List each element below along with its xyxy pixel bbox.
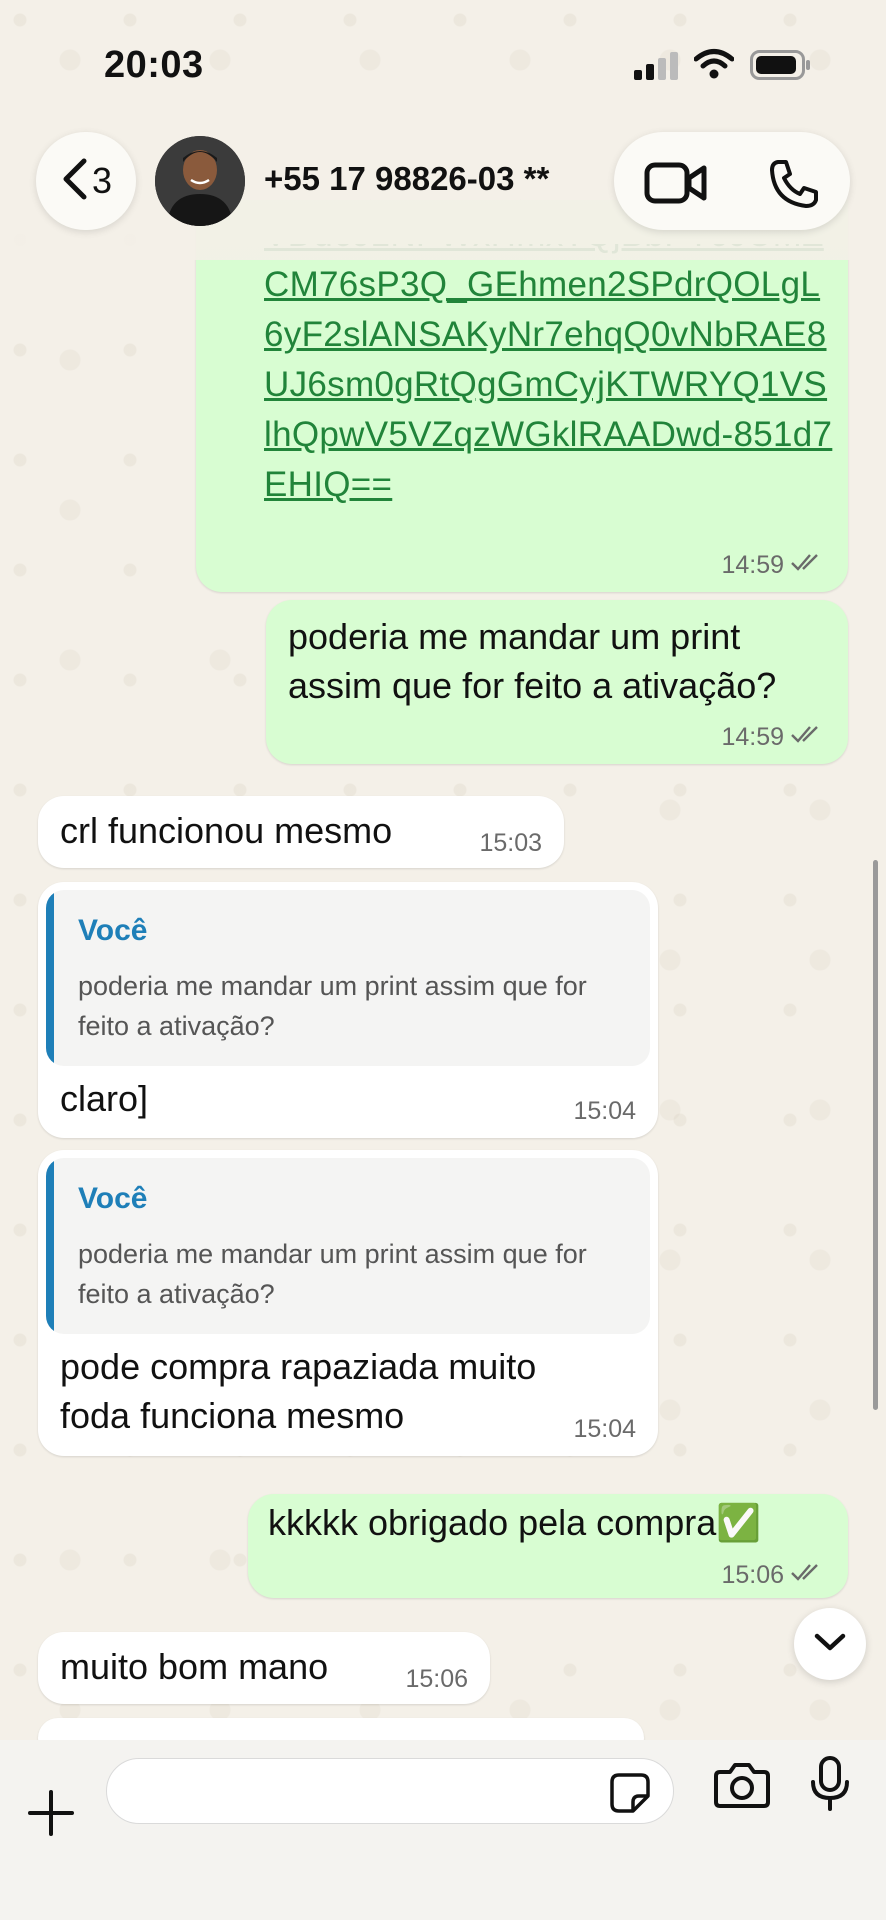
message-bubble-incoming-reply[interactable]: Você poderia me mandar um print assim qu… <box>38 1150 658 1456</box>
quote-author: Você <box>78 1182 148 1215</box>
contact-name[interactable]: +55 17 98826-03 ** <box>264 160 584 208</box>
quoted-message[interactable]: Você poderia me mandar um print assim qu… <box>46 1158 650 1334</box>
chevron-down-icon <box>813 1631 847 1658</box>
message-link[interactable]: VDd6J1NPWxHmxTQjBbPT0JUMZCM76sP3Q_GEhmen… <box>264 244 834 510</box>
message-bubble-incoming-reply[interactable]: Você poderia me mandar um print assim qu… <box>38 882 658 1138</box>
message-bubble-incoming[interactable]: muito bom mano 15:06 <box>38 1632 490 1704</box>
contact-avatar[interactable] <box>155 136 245 226</box>
message-bubble-outgoing[interactable]: poderia me mandar um print assim que for… <box>266 600 848 764</box>
back-button[interactable]: 3 <box>36 132 136 230</box>
message-time: 15:04 <box>573 1097 636 1125</box>
status-bar: 20:03 <box>0 0 886 120</box>
wifi-icon <box>693 48 735 85</box>
message-meta: 15:06 <box>721 1561 826 1590</box>
battery-icon <box>750 50 812 85</box>
message-bubble-outgoing[interactable]: kkkkk obrigado pela compra✅ 15:06 <box>248 1494 848 1598</box>
message-time: 14:59 <box>721 551 784 579</box>
scroll-to-bottom-button[interactable] <box>794 1608 866 1680</box>
chat-header: 3 +55 17 98826-03 ** <box>0 120 886 260</box>
quoted-message[interactable]: Você poderia me mandar um print assim qu… <box>46 890 650 1066</box>
message-text: kkkkk obrigado pela compra✅ <box>268 1502 762 1543</box>
message-text: poderia me mandar um print assim que for… <box>288 616 777 706</box>
message-time: 15:06 <box>405 1665 468 1693</box>
quote-author: Você <box>78 914 148 947</box>
read-ticks-icon <box>790 723 826 752</box>
plus-icon[interactable] <box>28 1790 74 1841</box>
message-input-container[interactable] <box>106 1758 674 1824</box>
message-time: 15:04 <box>573 1415 636 1443</box>
call-actions <box>614 132 850 230</box>
voice-call-icon[interactable] <box>768 158 820 215</box>
message-text: claro] <box>60 1078 149 1119</box>
quote-text: poderia me mandar um print assim que for… <box>78 971 587 1041</box>
message-bubble-incoming[interactable]: crl funcionou mesmo 15:03 <box>38 796 564 868</box>
read-ticks-icon <box>790 551 826 580</box>
message-meta: 14:59 <box>721 551 826 580</box>
message-meta: 15:06 <box>405 1665 468 1694</box>
cellular-signal-icon <box>634 52 680 85</box>
message-meta: 15:04 <box>573 1415 636 1444</box>
message-list[interactable]: VDd6J1NPWxHmxTQjBbPT0JUMZCM76sP3Q_GEhmen… <box>0 0 886 1758</box>
message-meta: 15:03 <box>479 829 542 858</box>
chevron-left-icon <box>60 157 88 206</box>
message-meta: 15:04 <box>573 1097 636 1126</box>
message-text: pode compra rapaziada muito foda funcion… <box>60 1346 537 1436</box>
unread-count: 3 <box>91 160 113 201</box>
message-input[interactable] <box>131 1769 591 1813</box>
message-composer <box>0 1740 886 1920</box>
quote-text: poderia me mandar um print assim que for… <box>78 1239 587 1309</box>
message-text: muito bom mano <box>60 1646 329 1687</box>
video-call-icon[interactable] <box>644 162 708 209</box>
read-ticks-icon <box>790 1561 826 1590</box>
status-time: 20:03 <box>104 44 204 86</box>
message-time: 14:59 <box>721 723 784 751</box>
camera-icon[interactable] <box>714 1760 770 1813</box>
quote-accent-bar <box>46 1158 54 1334</box>
microphone-icon[interactable] <box>810 1756 850 1817</box>
scroll-indicator[interactable] <box>873 860 878 1410</box>
message-time: 15:06 <box>721 1561 784 1589</box>
message-text: crl funcionou mesmo <box>60 810 393 851</box>
sticker-icon[interactable] <box>609 1772 651 1819</box>
message-meta: 14:59 <box>721 723 826 752</box>
quote-accent-bar <box>46 890 54 1066</box>
message-time: 15:03 <box>479 829 542 857</box>
